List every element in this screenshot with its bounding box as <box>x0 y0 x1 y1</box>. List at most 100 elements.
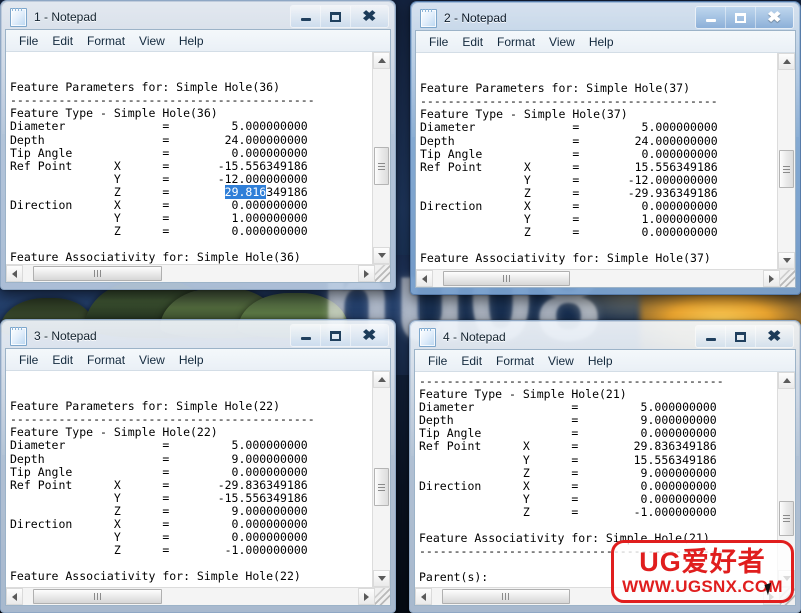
menu-bar[interactable]: File Edit Format View Help <box>6 30 390 52</box>
scroll-up-button[interactable] <box>778 53 795 70</box>
menu-help[interactable]: Help <box>582 33 621 51</box>
scroll-left-button[interactable] <box>416 270 433 287</box>
menu-bar[interactable]: File Edit Format View Help <box>6 349 390 371</box>
menu-edit[interactable]: Edit <box>454 352 489 370</box>
horizontal-scroll-track[interactable] <box>23 588 358 605</box>
title-bar[interactable]: 1 - Notepad ✖ <box>5 5 391 29</box>
minimize-icon <box>300 337 311 340</box>
scroll-down-button[interactable] <box>373 247 390 264</box>
minimize-button[interactable] <box>291 325 321 346</box>
notepad-window-1[interactable]: 1 - Notepad ✖ File Edit Format View Help… <box>0 0 396 290</box>
maximize-icon <box>735 331 746 342</box>
notepad-icon <box>419 327 436 347</box>
horizontal-scroll-thumb[interactable] <box>441 589 570 604</box>
chevron-left-icon <box>12 592 17 601</box>
vertical-scroll-track[interactable] <box>373 388 390 570</box>
menu-edit[interactable]: Edit <box>45 32 80 50</box>
chevron-right-icon <box>364 269 369 278</box>
window-client-area: File Edit Format View Help Feature Param… <box>5 29 391 283</box>
minimize-button[interactable] <box>696 7 726 28</box>
chevron-down-icon <box>377 253 386 258</box>
vertical-scrollbar[interactable] <box>372 52 390 264</box>
resize-grip[interactable] <box>780 270 795 287</box>
minimize-button[interactable] <box>291 6 321 27</box>
menu-edit[interactable]: Edit <box>455 33 490 51</box>
resize-grip[interactable] <box>375 588 390 605</box>
horizontal-scroll-thumb[interactable] <box>33 266 163 281</box>
chevron-up-icon <box>377 58 386 63</box>
scroll-right-button[interactable] <box>763 270 780 287</box>
close-button[interactable]: ✖ <box>756 7 793 28</box>
horizontal-scrollbar[interactable] <box>416 269 795 287</box>
horizontal-scroll-track[interactable] <box>433 270 763 287</box>
scroll-down-button[interactable] <box>778 252 795 269</box>
title-bar[interactable]: 4 - Notepad ✖ <box>414 325 796 349</box>
vertical-scrollbar[interactable] <box>777 53 795 269</box>
notepad-window-2[interactable]: 2 - Notepad ✖ File Edit Format View Help… <box>410 1 801 295</box>
text-editor[interactable]: Feature Parameters for: Simple Hole(36) … <box>6 52 372 264</box>
window-controls[interactable]: ✖ <box>290 5 389 28</box>
vertical-scrollbar[interactable] <box>372 371 390 587</box>
scroll-up-button[interactable] <box>373 371 390 388</box>
window-controls[interactable]: ✖ <box>290 324 389 347</box>
maximize-button[interactable] <box>321 6 351 27</box>
vertical-scroll-track[interactable] <box>373 69 390 247</box>
menu-view[interactable]: View <box>542 33 582 51</box>
menu-format[interactable]: Format <box>80 351 132 369</box>
window-client-area: File Edit Format View Help Feature Param… <box>5 348 391 606</box>
title-bar[interactable]: 3 - Notepad ✖ <box>5 324 391 348</box>
menu-format[interactable]: Format <box>80 32 132 50</box>
menu-help[interactable]: Help <box>172 351 211 369</box>
minimize-button[interactable] <box>696 326 726 347</box>
vertical-scroll-track[interactable] <box>778 70 795 252</box>
text-editor[interactable]: Feature Parameters for: Simple Hole(37) … <box>416 53 777 269</box>
vertical-scroll-thumb[interactable] <box>779 501 794 536</box>
close-icon: ✖ <box>767 328 782 345</box>
maximize-button[interactable] <box>726 7 756 28</box>
close-button[interactable]: ✖ <box>351 6 388 27</box>
maximize-button[interactable] <box>321 325 351 346</box>
scroll-left-button[interactable] <box>415 588 432 605</box>
horizontal-scroll-thumb[interactable] <box>442 271 571 286</box>
vertical-scroll-thumb[interactable] <box>374 147 389 185</box>
text-region: Feature Parameters for: Simple Hole(36) … <box>6 52 390 264</box>
menu-file[interactable]: File <box>12 32 45 50</box>
window-controls[interactable]: ✖ <box>695 325 794 348</box>
menu-file[interactable]: File <box>12 351 45 369</box>
maximize-button[interactable] <box>726 326 756 347</box>
menu-view[interactable]: View <box>541 352 581 370</box>
scroll-down-button[interactable] <box>373 570 390 587</box>
window-controls[interactable]: ✖ <box>695 6 794 29</box>
menu-file[interactable]: File <box>421 352 454 370</box>
horizontal-scroll-thumb[interactable] <box>33 589 163 604</box>
scroll-right-button[interactable] <box>358 588 375 605</box>
menu-format[interactable]: Format <box>490 33 542 51</box>
selected-text[interactable]: 29.816 <box>224 184 267 199</box>
title-bar[interactable]: 2 - Notepad ✖ <box>415 6 796 30</box>
scroll-left-button[interactable] <box>6 588 23 605</box>
horizontal-scroll-track[interactable] <box>23 265 358 282</box>
horizontal-scrollbar[interactable] <box>6 264 390 282</box>
notepad-window-3[interactable]: 3 - Notepad ✖ File Edit Format View Help… <box>0 319 396 613</box>
resize-grip[interactable] <box>375 265 390 282</box>
scroll-left-button[interactable] <box>6 265 23 282</box>
close-button[interactable]: ✖ <box>756 326 793 347</box>
menu-help[interactable]: Help <box>581 352 620 370</box>
scroll-up-button[interactable] <box>373 52 390 69</box>
scroll-right-button[interactable] <box>358 265 375 282</box>
menu-edit[interactable]: Edit <box>45 351 80 369</box>
vertical-scroll-thumb[interactable] <box>779 150 794 189</box>
menu-bar[interactable]: File Edit Format View Help <box>415 350 795 372</box>
minimize-icon <box>705 19 716 22</box>
scroll-up-button[interactable] <box>778 372 795 389</box>
text-editor[interactable]: Feature Parameters for: Simple Hole(22) … <box>6 371 372 587</box>
menu-view[interactable]: View <box>132 351 172 369</box>
menu-file[interactable]: File <box>422 33 455 51</box>
horizontal-scrollbar[interactable] <box>6 587 390 605</box>
close-button[interactable]: ✖ <box>351 325 388 346</box>
menu-format[interactable]: Format <box>489 352 541 370</box>
menu-help[interactable]: Help <box>172 32 211 50</box>
vertical-scroll-thumb[interactable] <box>374 468 389 507</box>
menu-view[interactable]: View <box>132 32 172 50</box>
menu-bar[interactable]: File Edit Format View Help <box>416 31 795 53</box>
